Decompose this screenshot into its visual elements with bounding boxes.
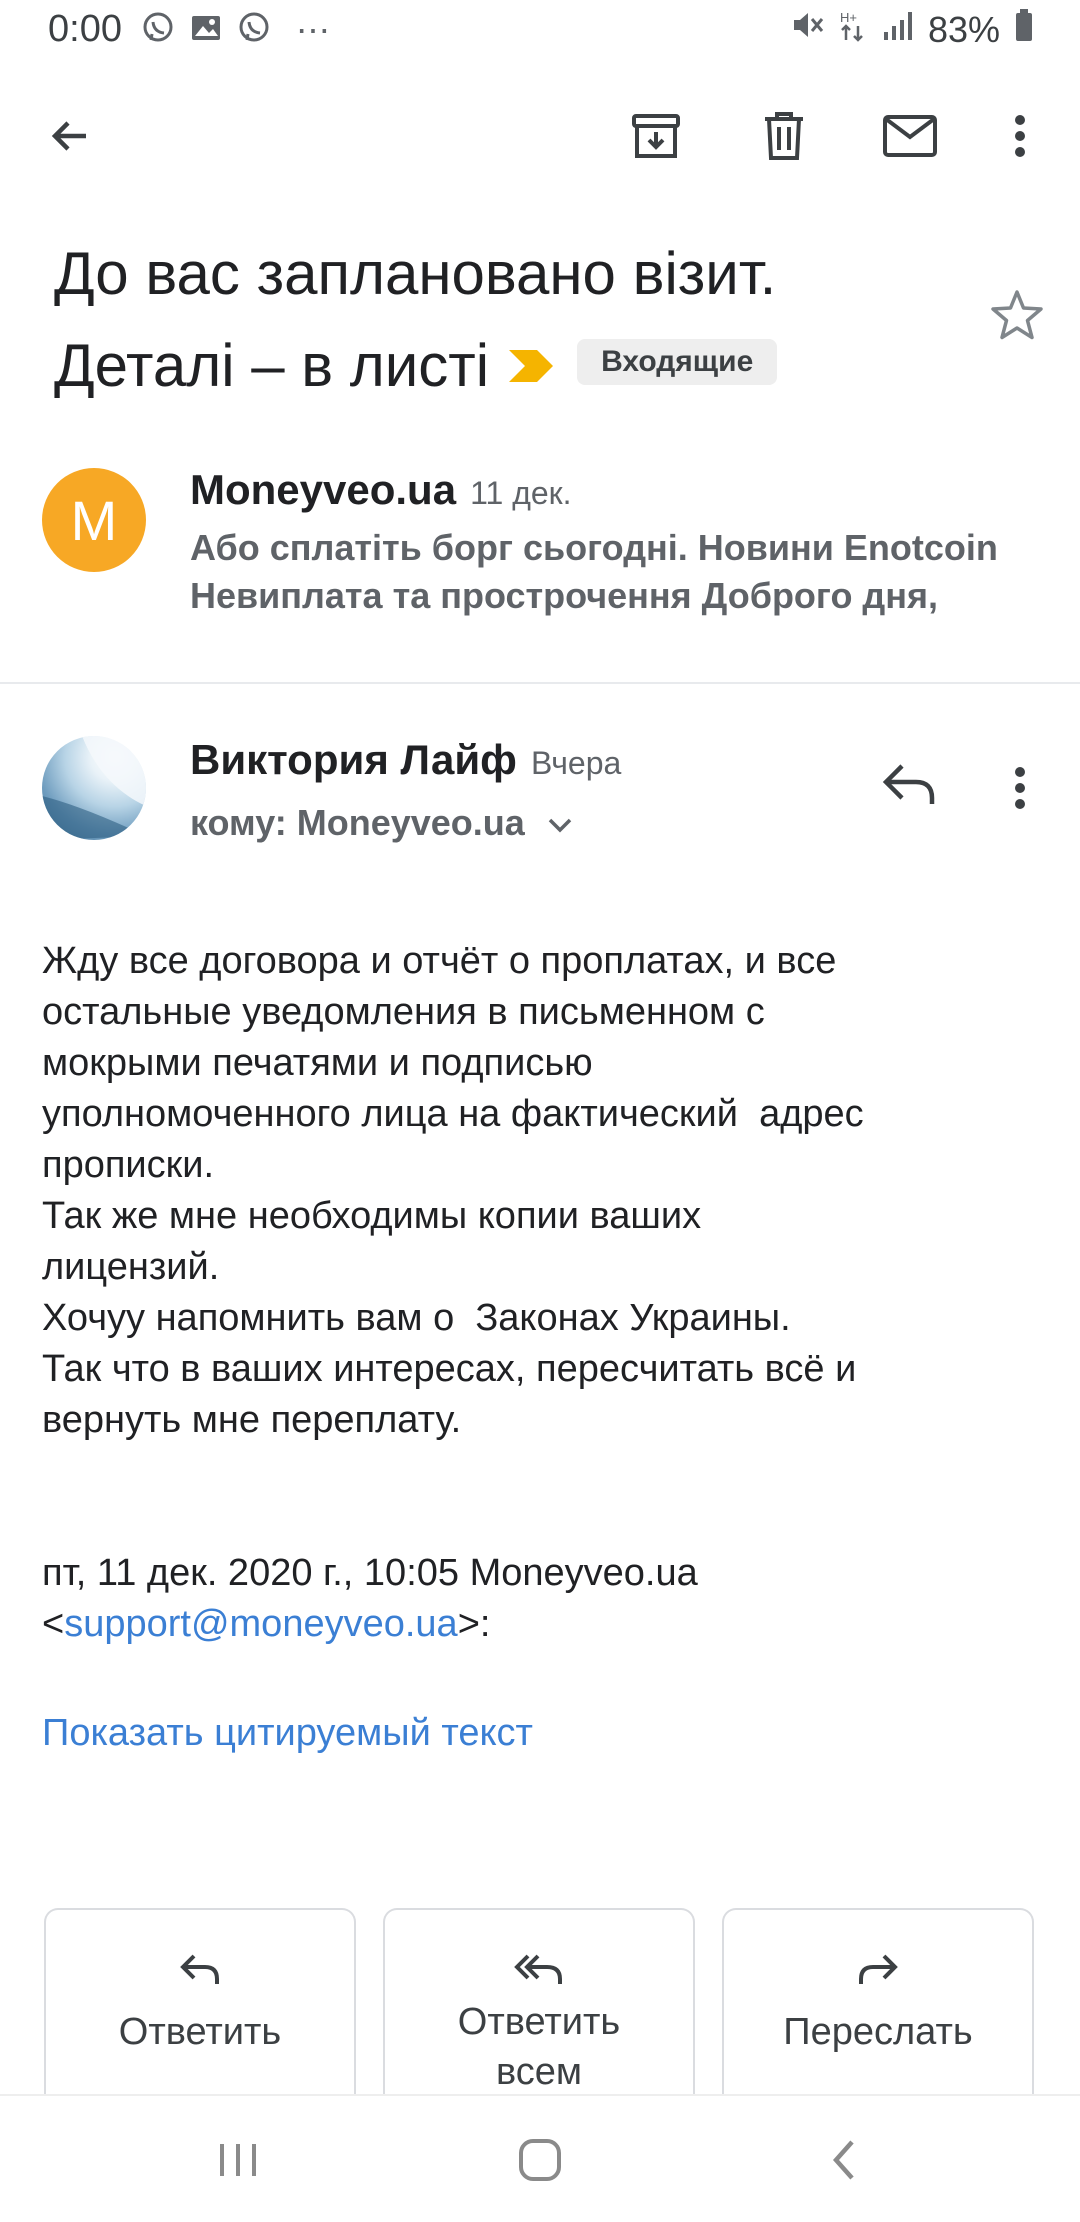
notification-icons: ⋯ — [140, 10, 330, 51]
mark-unread-icon[interactable] — [882, 108, 938, 164]
show-quoted-text-link[interactable]: Показать цитируемый текст — [42, 1712, 533, 1755]
snippet-line: Або сплатіть борг сьогодні. Новини Enotc… — [190, 527, 998, 568]
body-line: Так что в ваших интересах, пересчитать в… — [42, 1348, 857, 1390]
quote-header: пт, 11 дек. 2020 г., 10:05 Moneyveo.ua — [42, 1552, 698, 1594]
reply-button[interactable]: Ответить — [44, 1908, 356, 2108]
quote-attribution: пт, 11 дек. 2020 г., 10:05 Moneyveo.ua <… — [42, 1548, 1032, 1650]
recipient-details[interactable]: кому: Moneyveo.ua — [190, 802, 573, 844]
sender-name: Moneyveo.ua — [190, 466, 457, 513]
message-date: 11 дек. — [470, 475, 572, 511]
reply-icon — [179, 1952, 221, 1991]
battery-icon — [1014, 8, 1034, 51]
signal-icon — [882, 9, 914, 51]
status-bar: 0:00 ⋯ H+ 83% — [0, 0, 1080, 64]
body-line: Жду все договора и отчёт о проплатах, и … — [42, 940, 837, 982]
message-date: Вчера — [530, 745, 622, 781]
home-icon[interactable] — [512, 2132, 568, 2188]
collapsed-message-header[interactable]: Moneyveo.ua 11 дек. — [190, 466, 572, 514]
delete-icon[interactable] — [756, 108, 812, 164]
reply-all-label-line2: всем — [495, 2051, 583, 2093]
status-time: 0:00 — [48, 8, 122, 50]
nav-back-icon[interactable] — [816, 2132, 872, 2188]
reply-all-label-line1: Ответить — [457, 2001, 621, 2043]
body-line: вернуть мне переплату. — [42, 1399, 462, 1441]
snippet-line: Невиплата та прострочення Доброго дня, — [190, 575, 939, 616]
battery-percent: 83% — [927, 8, 1000, 50]
back-arrow-icon[interactable] — [42, 108, 98, 164]
viber-icon — [140, 10, 176, 51]
system-nav-bar — [0, 2094, 1080, 2222]
message-snippet[interactable]: Або сплатіть борг сьогодні. Новини Enotc… — [190, 524, 1050, 620]
recent-apps-icon[interactable] — [210, 2132, 266, 2188]
image-icon — [188, 10, 224, 51]
reply-all-label: Ответить всем — [458, 1997, 620, 2097]
body-line: Так же мне необходимы копии ваших — [42, 1195, 702, 1237]
reply-all-icon — [514, 1952, 564, 1991]
body-line: прописки. — [42, 1144, 215, 1186]
recipient-text: кому: Moneyveo.ua — [190, 802, 525, 843]
star-icon[interactable] — [990, 288, 1044, 347]
body-line: лицензий. — [42, 1246, 220, 1288]
status-right: H+ 83% — [790, 8, 1034, 51]
quote-sender-line: <support@moneyveo.ua>: — [42, 1599, 1032, 1650]
body-line: Хочуу напомнить вам о Законах Украины. — [42, 1297, 791, 1339]
open-message-header[interactable]: Виктория Лайф Вчера — [190, 736, 621, 784]
message-more-vert-icon[interactable] — [1012, 764, 1028, 817]
quote-lt: < — [42, 1603, 65, 1645]
importance-marker-icon[interactable] — [507, 318, 557, 410]
forward-label: Переслать — [783, 2011, 973, 2053]
forward-icon — [857, 1952, 899, 1991]
inbox-label[interactable]: Входящие — [577, 339, 778, 386]
sender-name: Виктория Лайф — [190, 736, 517, 783]
chevron-down-icon[interactable] — [547, 802, 573, 844]
email-subject: До вас заплановано візит. Деталі – в лис… — [54, 228, 954, 416]
more-vert-icon[interactable] — [992, 108, 1048, 164]
more-notifications-icon: ⋯ — [296, 11, 330, 50]
forward-button[interactable]: Переслать — [722, 1908, 1034, 2108]
quote-gt: >: — [457, 1603, 491, 1645]
network-h-plus-icon: H+ — [838, 8, 868, 51]
archive-icon[interactable] — [628, 108, 684, 164]
mute-icon — [790, 8, 824, 51]
body-line: уполномоченного лица на фактический адре… — [42, 1093, 864, 1135]
divider — [0, 682, 1080, 684]
quote-email-link[interactable]: support@moneyveo.ua — [64, 1603, 457, 1645]
sender-avatar[interactable]: M — [42, 468, 146, 572]
reply-icon[interactable] — [882, 762, 936, 811]
sender-avatar-photo[interactable] — [42, 736, 146, 840]
body-line: остальные уведомления в письменном с — [42, 991, 765, 1033]
svg-text:H+: H+ — [840, 10, 857, 25]
body-line: мокрыми печатями и подписью — [42, 1042, 593, 1084]
viber-icon — [236, 10, 272, 51]
reply-label: Ответить — [118, 2011, 282, 2053]
reply-all-button[interactable]: Ответить всем — [383, 1908, 695, 2108]
message-body: Жду все договора и отчёт о проплатах, и … — [42, 936, 1032, 1446]
